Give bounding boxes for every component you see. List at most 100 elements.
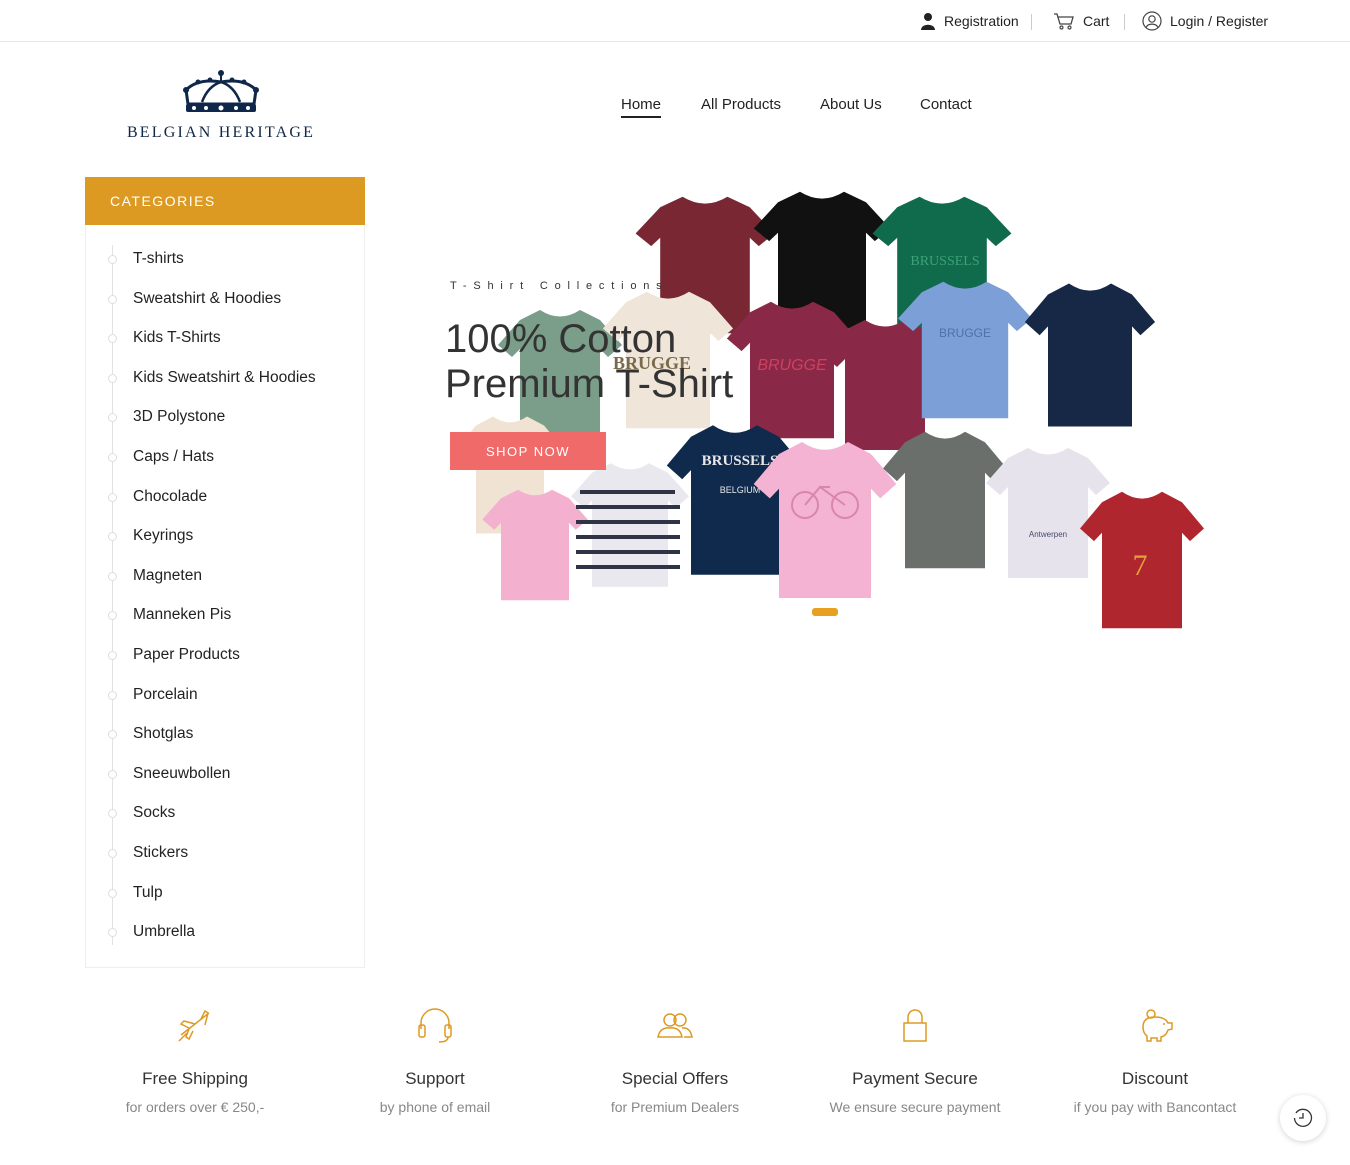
history-button[interactable] <box>1280 1095 1326 1141</box>
category-item[interactable]: 3D Polystone <box>86 405 364 429</box>
category-label: Magneten <box>133 566 202 584</box>
hero-title: 100% Cotton Premium T-Shirt <box>445 317 733 407</box>
feature-discount: Discount if you pay with Bancontact <box>1045 1005 1265 1115</box>
registration-link[interactable]: Registration <box>920 0 1019 42</box>
feature-payment-secure: Payment Secure We ensure secure payment <box>805 1005 1025 1115</box>
category-item[interactable]: T-shirts <box>86 247 364 271</box>
clock-history-icon <box>1293 1108 1313 1127</box>
category-bullet-icon <box>108 611 117 621</box>
nav-about-us[interactable]: About Us <box>820 96 882 118</box>
print-brugge-blue: BRUGGE <box>939 326 991 340</box>
category-label: Tulp <box>133 883 163 901</box>
category-bullet-icon <box>108 928 117 938</box>
category-item[interactable]: Caps / Hats <box>86 445 364 469</box>
category-item[interactable]: Keyrings <box>86 524 364 548</box>
top-bar: Registration Cart Login / Register <box>0 0 1350 42</box>
category-bullet-icon <box>108 571 117 581</box>
nav-home[interactable]: Home <box>621 96 662 118</box>
category-item[interactable]: Umbrella <box>86 920 364 944</box>
category-bullet-icon <box>108 651 117 660</box>
feature-subtitle: We ensure secure payment <box>829 1099 1001 1115</box>
feature-subtitle: by phone of email <box>379 1099 491 1115</box>
print-belgium: BELGIUM <box>720 485 761 495</box>
category-label: Porcelain <box>133 685 198 703</box>
category-label: 3D Polystone <box>133 408 226 426</box>
category-bullet-icon <box>108 492 117 502</box>
category-item[interactable]: Chocolade <box>86 485 364 509</box>
login-register-link[interactable]: Login / Register <box>1142 0 1268 42</box>
category-bullet-icon <box>108 334 117 344</box>
category-item[interactable]: Kids Sweatshirt & Hoodies <box>86 366 364 390</box>
feature-free-shipping: Free Shipping for orders over € 250,- <box>85 1005 305 1115</box>
cart-icon <box>1054 13 1074 30</box>
category-bullet-icon <box>108 690 117 700</box>
print-brugge-script: BRUGGE <box>757 357 827 374</box>
category-label: Sneeuwbollen <box>133 764 231 782</box>
category-label: Manneken Pis <box>133 606 232 624</box>
hero-tagline: T-Shirt Collections <box>450 280 669 292</box>
category-bullet-icon <box>108 413 117 423</box>
feature-title: Discount <box>1121 1069 1189 1088</box>
category-item[interactable]: Sneeuwbollen <box>86 762 364 786</box>
feature-title: Support <box>405 1069 465 1088</box>
feature-title: Free Shipping <box>142 1069 248 1088</box>
headset-icon <box>418 1008 452 1043</box>
feature-special-offers: Special Offers for Premium Dealers <box>565 1005 785 1115</box>
airplane-icon <box>178 1009 210 1042</box>
category-label: Keyrings <box>133 527 194 545</box>
registration-label: Registration <box>944 13 1019 29</box>
category-label: Chocolade <box>133 487 208 505</box>
category-item[interactable]: Porcelain <box>86 683 364 707</box>
feature-support: Support by phone of email <box>325 1005 545 1115</box>
category-label: Stickers <box>133 844 189 861</box>
lock-icon <box>903 1009 927 1042</box>
category-item[interactable]: Manneken Pis <box>86 603 364 627</box>
feature-subtitle: if you pay with Bancontact <box>1073 1099 1237 1115</box>
category-bullet-icon <box>108 849 117 858</box>
category-bullet-icon <box>108 769 117 779</box>
category-item[interactable]: Shotglas <box>86 722 364 746</box>
category-item[interactable]: Sweatshirt & Hoodies <box>86 287 364 311</box>
feature-title: Payment Secure <box>852 1069 978 1088</box>
category-label: Caps / Hats <box>133 448 214 465</box>
category-item[interactable]: Paper Products <box>86 643 364 667</box>
category-label: Sweatshirt & Hoodies <box>133 289 282 307</box>
category-bullet-icon <box>108 255 117 264</box>
categories-list: T-shirts Sweatshirt & Hoodies Kids T-Shirt… <box>85 225 365 968</box>
divider <box>1124 14 1125 30</box>
categories-header: CATEGORIES <box>85 177 365 225</box>
category-bullet-icon <box>108 888 117 898</box>
category-bullet-icon <box>108 532 117 542</box>
category-label: Shotglas <box>133 725 194 743</box>
logo-text: BELGIAN HERITAGE <box>126 124 316 141</box>
feature-subtitle: for Premium Dealers <box>610 1099 740 1115</box>
category-item[interactable]: Kids T-Shirts <box>86 326 364 350</box>
category-item[interactable]: Magneten <box>86 564 364 588</box>
category-label: Socks <box>133 804 176 822</box>
category-bullet-icon <box>108 294 117 304</box>
crown-icon <box>183 70 259 112</box>
category-item[interactable]: Socks <box>86 801 364 825</box>
account-icon <box>1142 11 1162 31</box>
nav-all-products[interactable]: All Products <box>701 96 781 118</box>
divider <box>1031 14 1032 30</box>
print-brussels-navy: BRUSSELS <box>702 453 779 469</box>
cart-label: Cart <box>1083 13 1110 29</box>
cart-link[interactable]: Cart <box>1053 0 1109 42</box>
nav-contact[interactable]: Contact <box>920 96 972 118</box>
feature-subtitle: for orders over € 250,- <box>125 1099 265 1115</box>
category-label: T-shirts <box>133 250 184 267</box>
category-bullet-icon <box>108 730 117 740</box>
hero-title-line-2: Premium T-Shirt <box>445 362 734 406</box>
category-label: Kids T-Shirts <box>133 329 221 347</box>
category-item[interactable]: Stickers <box>86 841 364 865</box>
login-label: Login / Register <box>1170 13 1269 29</box>
print-number-seven: 7 <box>1133 549 1148 582</box>
print-antwerpen: Antwerpen <box>1029 530 1067 539</box>
hero-banner: BRUSSELS BRUGGE BRUGGE BRUGGE BRUSSELS B… <box>440 175 1230 635</box>
shop-now-button[interactable]: SHOP NOW <box>450 432 606 470</box>
category-bullet-icon <box>108 453 117 462</box>
category-item[interactable]: Tulp <box>86 881 364 905</box>
site-logo[interactable]: BELGIAN HERITAGE <box>110 68 332 158</box>
users-icon <box>657 1013 693 1038</box>
